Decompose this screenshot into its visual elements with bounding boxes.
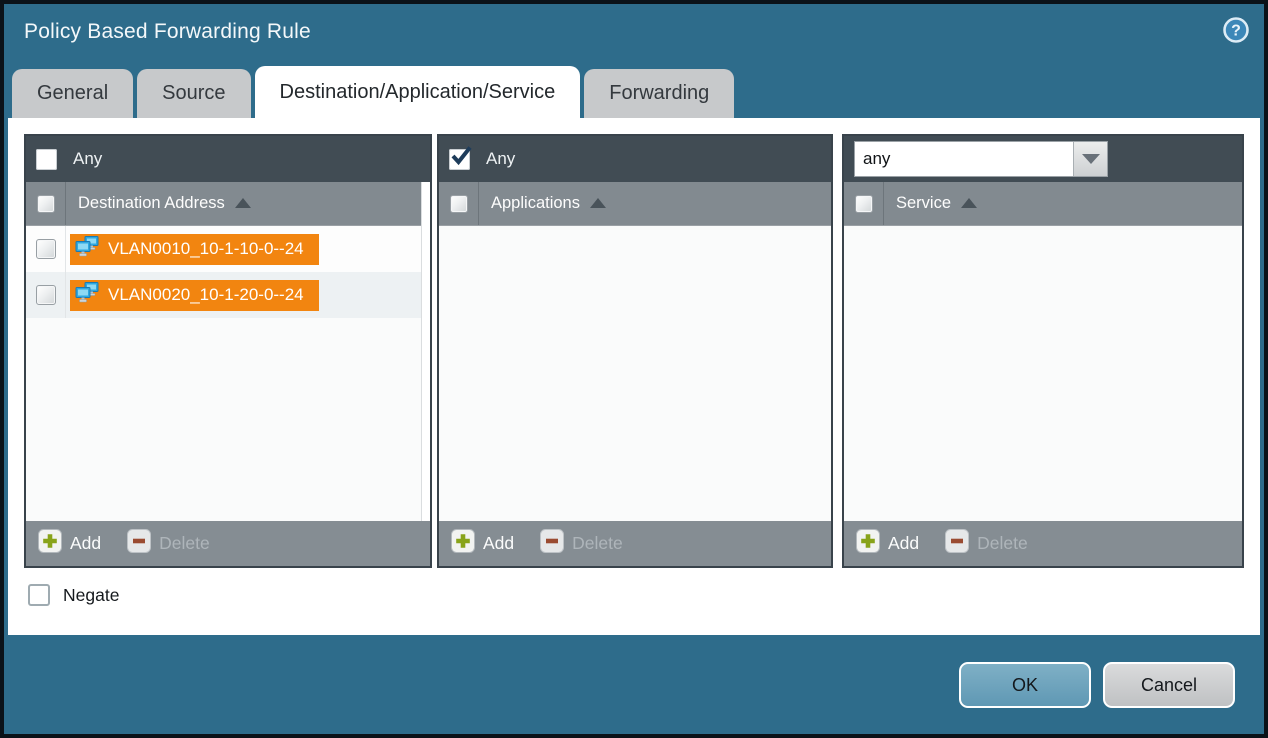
dropdown-button[interactable]	[1073, 142, 1107, 176]
applications-any-checkbox[interactable]	[449, 149, 470, 170]
cancel-button[interactable]: Cancel	[1103, 662, 1235, 708]
add-button[interactable]: Add	[38, 529, 101, 558]
ok-button[interactable]: OK	[959, 662, 1091, 708]
destination-column-header[interactable]: Destination Address	[78, 194, 225, 213]
destination-address-column: Any Destination Address	[24, 134, 432, 568]
applications-grid-header: Applications	[439, 182, 831, 226]
applications-any-bar: Any	[439, 136, 831, 182]
row-checkbox[interactable]	[36, 239, 56, 259]
negate-checkbox[interactable]	[28, 584, 50, 606]
applications-select-all-checkbox[interactable]	[450, 195, 468, 213]
tab-destination-application-service[interactable]: Destination/Application/Service	[255, 66, 581, 118]
service-grid-header: Service	[844, 182, 1242, 226]
row-checkbox[interactable]	[36, 285, 56, 305]
plus-icon	[38, 529, 62, 558]
add-button[interactable]: Add	[856, 529, 919, 558]
add-button[interactable]: Add	[451, 529, 514, 558]
delete-button-label: Delete	[572, 533, 623, 554]
minus-icon	[127, 529, 151, 558]
negate-label: Negate	[63, 585, 119, 606]
address-object-label: VLAN0020_10-1-20-0--24	[108, 285, 304, 305]
address-object-icon	[75, 282, 101, 308]
destination-address-list: VLAN0010_10-1-10-0--24	[26, 226, 421, 521]
address-object-icon	[75, 236, 101, 262]
address-object-chip[interactable]: VLAN0020_10-1-20-0--24	[70, 280, 319, 311]
table-row: VLAN0020_10-1-20-0--24	[26, 272, 421, 318]
tab-general[interactable]: General	[12, 69, 133, 118]
negate-option: Negate	[28, 584, 119, 606]
destination-any-label: Any	[73, 149, 102, 169]
delete-button-label: Delete	[159, 533, 210, 554]
service-column-header[interactable]: Service	[896, 194, 951, 213]
service-list	[844, 226, 1242, 521]
minus-icon	[540, 529, 564, 558]
service-column: any Service	[842, 134, 1244, 568]
delete-button-label: Delete	[977, 533, 1028, 554]
pbf-rule-dialog: Policy Based Forwarding Rule ? General S…	[0, 0, 1268, 738]
tab-forwarding[interactable]: Forwarding	[584, 69, 734, 118]
destination-any-bar: Any	[26, 136, 430, 182]
minus-icon	[945, 529, 969, 558]
add-button-label: Add	[70, 533, 101, 554]
service-type-dropdown-value: any	[855, 142, 1073, 176]
svg-text:?: ?	[1231, 23, 1241, 40]
sort-asc-icon	[590, 198, 606, 208]
scrollbar-track	[421, 182, 430, 521]
service-toolbar: Add Delete	[844, 521, 1242, 566]
destination-select-all-checkbox[interactable]	[37, 195, 55, 213]
plus-icon	[856, 529, 880, 558]
delete-button[interactable]: Delete	[945, 529, 1028, 558]
service-type-dropdown[interactable]: any	[854, 141, 1108, 177]
applications-any-label: Any	[486, 149, 515, 169]
service-select-all-checkbox[interactable]	[855, 195, 873, 213]
applications-toolbar: Add Delete	[439, 521, 831, 566]
tab-source[interactable]: Source	[137, 69, 250, 118]
sort-asc-icon	[961, 198, 977, 208]
delete-button[interactable]: Delete	[127, 529, 210, 558]
add-button-label: Add	[888, 533, 919, 554]
destination-toolbar: Add Delete	[26, 521, 430, 566]
address-object-label: VLAN0010_10-1-10-0--24	[108, 239, 304, 259]
tab-content-panel: Any Destination Address	[8, 118, 1260, 635]
plus-icon	[451, 529, 475, 558]
help-icon[interactable]: ?	[1220, 14, 1252, 46]
applications-column-header[interactable]: Applications	[491, 194, 580, 213]
add-button-label: Add	[483, 533, 514, 554]
delete-button[interactable]: Delete	[540, 529, 623, 558]
service-any-bar: any	[844, 136, 1242, 182]
applications-column: Any Applications	[437, 134, 833, 568]
destination-any-checkbox[interactable]	[36, 149, 57, 170]
destination-grid-header: Destination Address	[26, 182, 421, 226]
dialog-title: Policy Based Forwarding Rule	[24, 20, 311, 44]
applications-list	[439, 226, 831, 521]
table-row: VLAN0010_10-1-10-0--24	[26, 226, 421, 272]
tab-bar: General Source Destination/Application/S…	[12, 66, 734, 118]
chevron-down-icon	[1082, 154, 1100, 164]
sort-asc-icon	[235, 198, 251, 208]
address-object-chip[interactable]: VLAN0010_10-1-10-0--24	[70, 234, 319, 265]
